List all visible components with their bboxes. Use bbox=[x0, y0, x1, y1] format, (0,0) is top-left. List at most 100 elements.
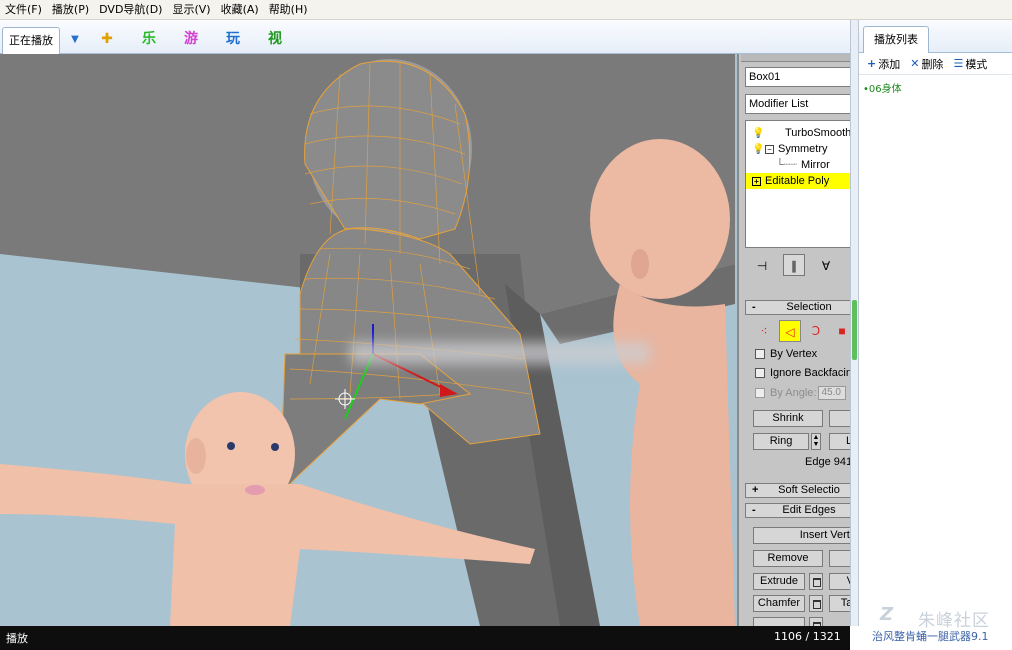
checkbox-label: By Angle: bbox=[770, 387, 817, 399]
video-area[interactable]: Box01 Modifier List 💡 TurboSmooth 💡 − Symme… bbox=[0, 54, 850, 626]
watermark-caption: 治风整肯蛹一腿武器9.1 bbox=[872, 630, 989, 643]
menu-favorites[interactable]: 收藏(A) bbox=[216, 0, 264, 20]
stack-item-turbosmooth[interactable]: 💡 TurboSmooth bbox=[746, 125, 850, 141]
weld-button[interactable]: V bbox=[829, 573, 850, 590]
checkbox-label: By Vertex bbox=[770, 348, 818, 360]
media-player-window: 文件(F) 播放(P) DVD导航(D) 显示(V) 收藏(A) 帮助(H) 正… bbox=[0, 0, 1012, 650]
edge-count-label: Edge 941 bbox=[805, 456, 850, 468]
expand-icon[interactable]: + bbox=[752, 176, 761, 186]
lightbulb-icon[interactable]: 💡 bbox=[752, 144, 764, 156]
play-icon[interactable]: 游 bbox=[182, 30, 200, 48]
checkbox-label: Ignore Backfacin bbox=[770, 367, 850, 379]
polygon-icon[interactable]: ■ bbox=[831, 320, 850, 342]
by-angle-checkbox[interactable]: By Angle: 45.0 bbox=[755, 385, 847, 401]
game-icon[interactable]: ✚ bbox=[98, 30, 116, 48]
chamfer-button[interactable]: Chamfer bbox=[753, 595, 805, 612]
ring-spinner[interactable]: ▲ ▼ bbox=[811, 433, 821, 450]
stack-item-mirror[interactable]: └┈┈ Mirror bbox=[746, 157, 850, 173]
main-tab-bar: 正在播放 ▼ ✚ 乐 游 玩 视 bbox=[0, 20, 850, 54]
menu-help[interactable]: 帮助(H) bbox=[264, 0, 313, 20]
status-bar: 播放 1106 / 1321 bbox=[0, 626, 850, 650]
rollout-title: Edit Edges bbox=[782, 504, 836, 516]
border-icon[interactable]: Ↄ bbox=[805, 320, 827, 342]
chevron-down-icon[interactable]: ▼ bbox=[68, 33, 82, 47]
collapse-icon[interactable]: − bbox=[765, 144, 774, 154]
tab-now-playing[interactable]: 正在播放 bbox=[2, 27, 60, 54]
stack-item-label: TurboSmooth bbox=[785, 127, 850, 139]
make-unique-icon[interactable]: ∀ bbox=[815, 254, 837, 276]
list-icon: ☰ bbox=[953, 57, 964, 70]
rollout-soft-selection[interactable]: + Soft Selectio bbox=[745, 483, 850, 498]
pin-stack-icon[interactable]: ⊣ bbox=[751, 254, 773, 276]
tab-playlist[interactable]: 播放列表 bbox=[863, 26, 929, 53]
mode-label: 模式 bbox=[965, 57, 988, 71]
ignore-backfacing-checkbox[interactable]: Ignore Backfacin bbox=[755, 365, 850, 381]
menu-bar: 文件(F) 播放(P) DVD导航(D) 显示(V) 收藏(A) 帮助(H) bbox=[0, 0, 1012, 20]
playlist-item[interactable]: •06身体 bbox=[863, 80, 902, 95]
shrink-button[interactable]: Shrink bbox=[753, 410, 823, 427]
blur-overlay bbox=[350, 342, 650, 364]
3d-viewport-frame bbox=[0, 54, 850, 626]
modifier-stack: 💡 TurboSmooth 💡 − Symmetry └┈┈ Mirror + Edita… bbox=[745, 120, 850, 248]
rollout-edit-edges[interactable]: - Edit Edges bbox=[745, 503, 850, 518]
extrude-settings-icon[interactable] bbox=[809, 573, 823, 590]
video-icon[interactable]: 视 bbox=[266, 30, 284, 48]
fun-icon[interactable]: 玩 bbox=[224, 30, 242, 48]
playback-state: 播放 bbox=[6, 632, 28, 645]
command-panel: Box01 Modifier List 💡 TurboSmooth 💡 − Symme… bbox=[737, 54, 850, 626]
delete-icon: ✕ bbox=[910, 57, 920, 70]
grow-button[interactable] bbox=[829, 410, 850, 427]
rollout-selection[interactable]: - Selection bbox=[745, 300, 850, 315]
stack-item-editable-poly[interactable]: + Editable Poly bbox=[746, 173, 850, 189]
plus-icon: + bbox=[867, 57, 877, 70]
menu-dvd-navigation[interactable]: DVD导航(D) bbox=[94, 0, 167, 20]
add-button[interactable]: + 添加 bbox=[863, 56, 904, 72]
show-end-result-icon[interactable]: ∥ bbox=[783, 254, 805, 276]
rollout-title: Selection bbox=[786, 301, 832, 313]
playlist-panel: 播放列表 + 添加 ✕ 删除 ☰ 模式 •06身体 bbox=[859, 20, 1012, 626]
subobject-selector: ⁖ ◁ Ↄ ■ bbox=[753, 320, 850, 342]
chamfer-settings-icon[interactable] bbox=[809, 595, 823, 612]
lightbulb-icon[interactable]: 💡 bbox=[752, 128, 764, 140]
stack-item-label: Editable Poly bbox=[765, 175, 830, 187]
add-label: 添加 bbox=[878, 57, 901, 71]
panel-tabs-strip[interactable] bbox=[741, 54, 850, 62]
stack-toolbar: ⊣ ∥ ∀ bbox=[745, 250, 850, 280]
bridge-settings-icon[interactable] bbox=[809, 617, 823, 626]
delete-button[interactable]: ✕ 删除 bbox=[906, 56, 947, 72]
checkbox-box[interactable] bbox=[755, 388, 765, 399]
insert-vertex-button[interactable]: Insert Verte bbox=[753, 527, 850, 544]
mode-button[interactable]: ☰ 模式 bbox=[949, 56, 991, 72]
checkbox-box[interactable] bbox=[755, 349, 765, 360]
extrude-button[interactable]: Extrude bbox=[753, 573, 805, 590]
ring-button[interactable]: Ring bbox=[753, 433, 809, 450]
rollout-title: Soft Selectio bbox=[778, 484, 840, 496]
playback-position: 1106 / 1321 bbox=[774, 630, 841, 643]
menu-display[interactable]: 显示(V) bbox=[167, 0, 215, 20]
playlist-toolbar: + 添加 ✕ 删除 ☰ 模式 bbox=[859, 53, 1012, 75]
angle-input[interactable]: 45.0 bbox=[818, 386, 847, 401]
target-weld-button[interactable]: Tar bbox=[829, 595, 850, 612]
delete-label: 删除 bbox=[921, 57, 944, 71]
playlist-item-label: 06身体 bbox=[868, 84, 902, 95]
playlist-tab-bar: 播放列表 bbox=[859, 20, 1012, 53]
logo-icon: Z bbox=[880, 604, 894, 625]
split-button[interactable] bbox=[829, 550, 850, 567]
stack-item-label: Mirror bbox=[801, 159, 830, 171]
remove-button[interactable]: Remove bbox=[753, 550, 823, 567]
object-name-field[interactable]: Box01 bbox=[745, 67, 850, 87]
by-vertex-checkbox[interactable]: By Vertex bbox=[755, 346, 817, 362]
menu-file[interactable]: 文件(F) bbox=[0, 0, 47, 20]
vertex-icon[interactable]: ⁖ bbox=[753, 320, 775, 342]
modifier-list-dropdown[interactable]: Modifier List bbox=[745, 94, 850, 114]
tree-connector-icon: └┈┈ bbox=[776, 159, 798, 171]
stack-item-symmetry[interactable]: 💡 − Symmetry bbox=[746, 141, 850, 157]
stack-item-label: Symmetry bbox=[778, 143, 828, 155]
splitter-grip[interactable] bbox=[852, 300, 857, 360]
bridge-button[interactable] bbox=[753, 617, 805, 626]
menu-play[interactable]: 播放(P) bbox=[47, 0, 94, 20]
loop-button[interactable]: L bbox=[829, 433, 850, 450]
music-icon[interactable]: 乐 bbox=[140, 30, 158, 48]
checkbox-box[interactable] bbox=[755, 368, 765, 379]
edge-icon[interactable]: ◁ bbox=[779, 320, 801, 342]
